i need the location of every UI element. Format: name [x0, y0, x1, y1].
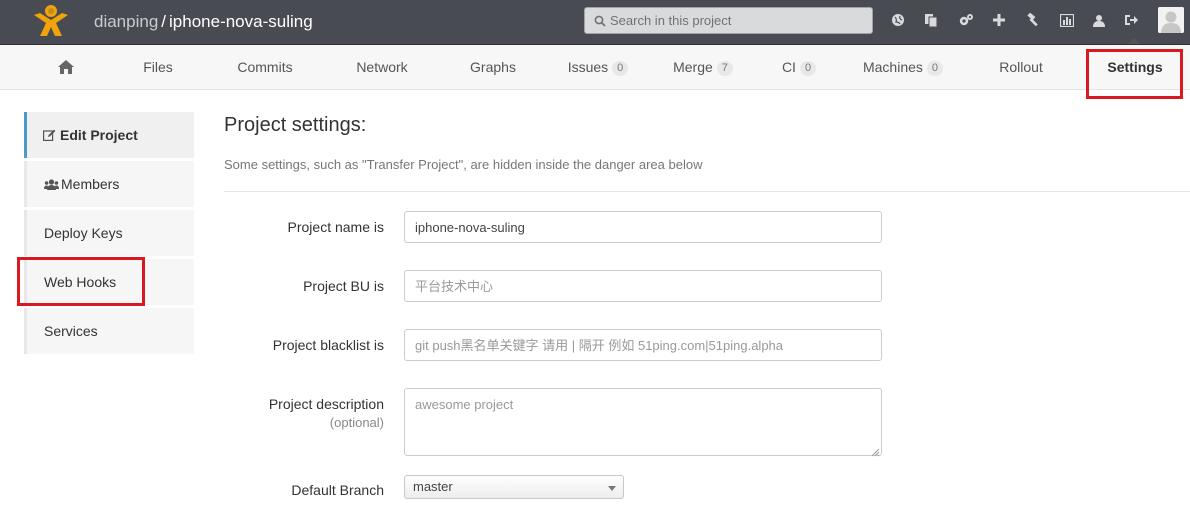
project-bu-label: Project BU is: [303, 278, 384, 294]
sidebar-item-label: Deploy Keys: [44, 225, 123, 241]
tab-issues[interactable]: Issues 0: [563, 45, 633, 90]
optional-hint: (optional): [329, 415, 384, 430]
tab-graphs-label: Graphs: [470, 59, 516, 75]
project-breadcrumb[interactable]: dianping / iphone-nova-suling: [94, 12, 313, 32]
tab-issues-label: Issues: [567, 59, 609, 75]
user-icon[interactable]: [1088, 10, 1110, 30]
namespace-link[interactable]: dianping: [94, 12, 158, 31]
sidebar-item-edit-project[interactable]: Edit Project: [24, 112, 194, 158]
tab-files-label: Files: [143, 59, 173, 75]
merge-count-badge: 7: [716, 61, 733, 76]
tab-ci-label: CI: [781, 59, 796, 75]
tab-settings[interactable]: Settings: [1100, 45, 1170, 90]
machines-count-badge: 0: [926, 61, 944, 76]
project-nav: Files Commits Network Graphs Issues 0 Mer…: [0, 45, 1190, 90]
logo-icon[interactable]: [26, 0, 76, 45]
sign-out-icon[interactable]: [1120, 10, 1142, 30]
tab-graphs[interactable]: Graphs: [461, 45, 525, 90]
tab-home[interactable]: [44, 45, 88, 90]
project-description-textarea[interactable]: [404, 388, 882, 456]
tab-merge-label: Merge: [673, 59, 713, 75]
project-blacklist-input[interactable]: [404, 329, 882, 361]
hammer-icon[interactable]: [1022, 10, 1044, 30]
sidebar-item-deploy-keys[interactable]: Deploy Keys: [24, 210, 194, 256]
tab-commits[interactable]: Commits: [230, 45, 300, 90]
avatar[interactable]: [1158, 7, 1184, 33]
tab-network[interactable]: Network: [347, 45, 417, 90]
tab-rollout[interactable]: Rollout: [990, 45, 1052, 90]
page-subtitle: Some settings, such as "Transfer Project…: [224, 157, 703, 172]
project-description-label-text: Project description: [268, 396, 384, 412]
sidebar-item-label: Web Hooks: [44, 274, 117, 290]
globe-icon[interactable]: [887, 10, 909, 30]
tab-files[interactable]: Files: [128, 45, 188, 90]
page-title: Project settings:: [224, 114, 367, 136]
tab-commits-label: Commits: [237, 59, 293, 75]
project-blacklist-label: Project blacklist is: [272, 337, 384, 353]
tab-merge[interactable]: Merge 7: [670, 45, 736, 90]
default-branch-label: Default Branch: [291, 482, 384, 498]
tab-machines[interactable]: Machines 0: [860, 45, 946, 90]
copy-icon[interactable]: [920, 10, 942, 30]
project-bu-input[interactable]: [404, 270, 882, 302]
default-branch-select[interactable]: master: [404, 475, 624, 499]
breadcrumb-separator: /: [161, 12, 167, 31]
edit-icon: [43, 113, 57, 159]
chart-icon[interactable]: [1056, 10, 1078, 30]
divider: [224, 191, 1190, 192]
top-header: dianping / iphone-nova-suling: [0, 0, 1190, 45]
group-icon: [44, 162, 59, 208]
project-name-label: Project name is: [287, 219, 384, 235]
resize-grip-icon[interactable]: [871, 444, 880, 457]
cogs-icon[interactable]: [955, 10, 977, 30]
project-name-link[interactable]: iphone-nova-suling: [169, 12, 313, 31]
tab-rollout-label: Rollout: [999, 59, 1043, 75]
active-tab-caret: [1128, 38, 1140, 44]
ci-count-badge: 0: [799, 61, 817, 76]
search-input[interactable]: [610, 8, 865, 33]
chevron-down-icon: [608, 486, 616, 491]
project-description-label: Project description (optional): [184, 396, 384, 430]
default-branch-value: master: [413, 479, 453, 494]
sidebar-item-web-hooks[interactable]: Web Hooks: [24, 259, 194, 305]
sidebar-item-label: Services: [44, 323, 98, 339]
sidebar-item-members[interactable]: Members: [24, 161, 194, 207]
sidebar-item-services[interactable]: Services: [24, 308, 194, 354]
project-name-input[interactable]: [404, 211, 882, 243]
search-box[interactable]: [584, 7, 873, 34]
tab-network-label: Network: [356, 59, 408, 75]
sidebar-item-label: Members: [61, 176, 120, 192]
issues-count-badge: 0: [612, 61, 629, 76]
tab-ci[interactable]: CI 0: [776, 45, 822, 90]
plus-icon[interactable]: [988, 10, 1010, 30]
sidebar-item-label: Edit Project: [60, 127, 138, 143]
tab-machines-label: Machines: [862, 59, 923, 75]
tab-settings-label: Settings: [1107, 59, 1163, 75]
search-icon: [594, 14, 606, 30]
home-icon: [57, 48, 75, 93]
